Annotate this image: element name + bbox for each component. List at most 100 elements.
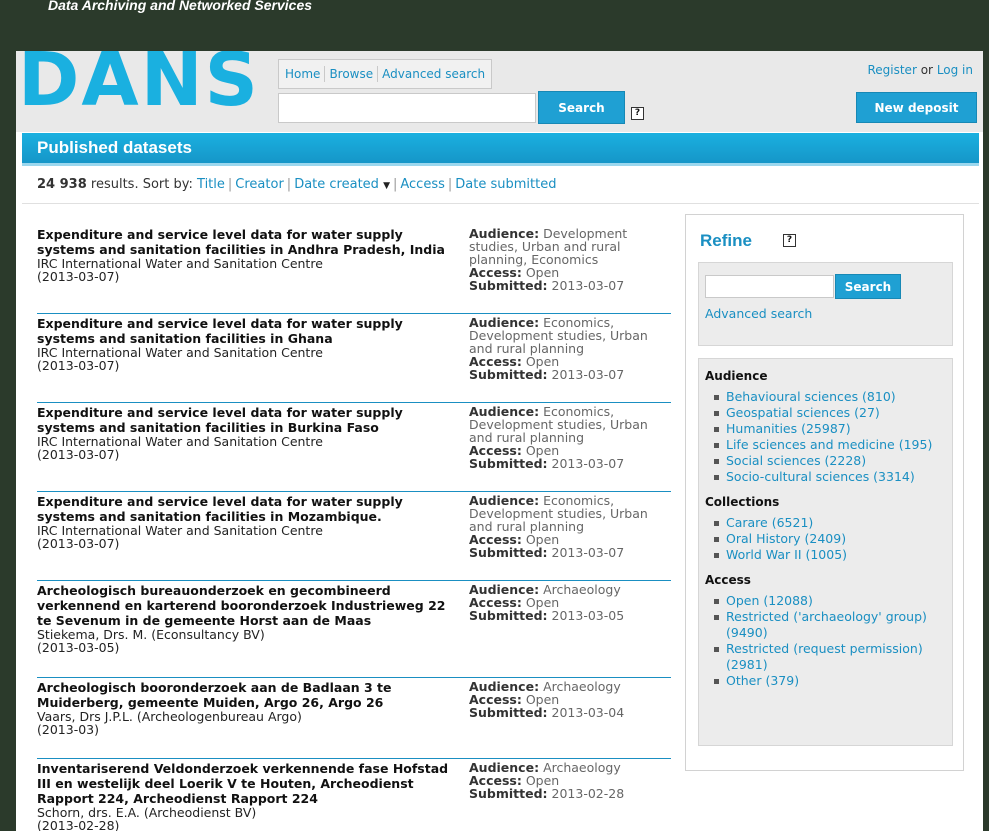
result-submitted: Submitted: 2013-03-07 (469, 279, 659, 292)
submitted-value: 2013-02-28 (551, 786, 625, 801)
dans-logo[interactable]: DANS (18, 51, 258, 113)
nav-home-link[interactable]: Home (281, 67, 324, 81)
main-search: Search ? (278, 91, 644, 124)
sort-access-link[interactable]: Access (400, 177, 445, 192)
login-link[interactable]: Log in (937, 63, 973, 77)
facet-heading: Access (705, 573, 751, 587)
bullet-icon (714, 599, 719, 604)
facet-link[interactable]: Behavioural sciences (810) (726, 389, 896, 405)
facet-link[interactable]: Other (379) (726, 673, 799, 689)
result-right: Audience: Archaeology Access: Open Submitt… (469, 761, 659, 800)
result-submitted: Submitted: 2013-03-04 (469, 706, 659, 719)
result-item: Expenditure and service level data for w… (37, 492, 671, 581)
submitted-label: Submitted: (469, 545, 548, 560)
result-date: (2013-03) (37, 722, 99, 737)
result-right: Audience: Archaeology Access: Open Submitt… (469, 583, 659, 622)
nav-advanced-search-link[interactable]: Advanced search (378, 67, 489, 81)
facet-link[interactable]: Open (12088) (726, 593, 813, 609)
facet-link[interactable]: Humanities (25987) (726, 421, 851, 437)
refine-help-icon[interactable]: ? (783, 234, 796, 247)
result-title[interactable]: Archeologisch booronderzoek aan de Badla… (37, 680, 457, 710)
facet-link[interactable]: Socio-cultural sciences (3314) (726, 469, 915, 485)
submitted-label: Submitted: (469, 367, 548, 382)
results-count: 24 938 (37, 177, 87, 192)
result-date: (2013-03-07) (37, 269, 120, 284)
submitted-value: 2013-03-05 (551, 608, 625, 623)
facet-heading: Audience (705, 369, 768, 383)
result-left: Archeologisch booronderzoek aan de Badla… (37, 678, 457, 736)
facet-item: Open (12088) (714, 593, 952, 609)
nav-browse-link[interactable]: Browse (325, 67, 377, 81)
facet-list: Carare (6521) Oral History (2409) World Wa… (699, 515, 952, 563)
facet-item: Geospatial sciences (27) (714, 405, 952, 421)
result-left: Inventariserend Veldonderzoek verkennend… (37, 759, 457, 831)
submitted-value: 2013-03-04 (551, 705, 625, 720)
page-title-bar: Published datasets (22, 133, 979, 166)
result-creator: Schorn, drs. E.A. (Archeodienst BV) (37, 805, 257, 820)
result-item: Archeologisch booronderzoek aan de Badla… (37, 678, 671, 759)
facet-link[interactable]: Restricted (request permission) (2981) (726, 641, 952, 673)
help-icon[interactable]: ? (631, 107, 644, 120)
page-header: DANS Home Browse Advanced search Search … (16, 51, 983, 132)
submitted-value: 2013-03-07 (551, 367, 625, 382)
refine-advanced-search-link[interactable]: Advanced search (705, 306, 812, 321)
result-submitted: Submitted: 2013-03-07 (469, 457, 659, 470)
facet-link[interactable]: Life sciences and medicine (195) (726, 437, 932, 453)
facet-link[interactable]: Social sciences (2228) (726, 453, 866, 469)
result-title[interactable]: Inventariserend Veldonderzoek verkennend… (37, 761, 457, 806)
result-title[interactable]: Expenditure and service level data for w… (37, 494, 457, 524)
results-sort-bar: 24 938 results. Sort by: Title | Creator | D… (37, 177, 557, 192)
submitted-value: 2013-03-07 (551, 278, 625, 293)
search-input[interactable] (278, 92, 536, 123)
refine-title: Refine (700, 231, 752, 250)
result-title[interactable]: Expenditure and service level data for w… (37, 405, 457, 435)
facet-link[interactable]: Restricted ('archaeology' group) (9490) (726, 609, 952, 641)
result-item: Archeologisch bureauonderzoek en gecombi… (37, 581, 671, 678)
submitted-label: Submitted: (469, 608, 548, 623)
bullet-icon (714, 537, 719, 542)
submitted-label: Submitted: (469, 786, 548, 801)
page-title: Published datasets (37, 138, 192, 157)
logo-text: DANS (18, 51, 258, 113)
result-title[interactable]: Archeologisch bureauonderzoek en gecombi… (37, 583, 457, 628)
result-right: Audience: Economics, Development studies… (469, 405, 659, 470)
result-date: (2013-03-07) (37, 536, 120, 551)
refine-search-input[interactable] (705, 275, 834, 298)
refine-search-button[interactable]: Search (835, 274, 901, 299)
facet-item: Restricted ('archaeology' group) (9490) (714, 609, 952, 641)
facet-link[interactable]: Carare (6521) (726, 515, 813, 531)
facet-link[interactable]: Geospatial sciences (27) (726, 405, 880, 421)
facet-item: Restricted (request permission) (2981) (714, 641, 952, 673)
refine-panel: Refine ? Search Advanced search Audience… (685, 214, 964, 771)
new-deposit-button[interactable]: New deposit (856, 92, 977, 123)
result-date: (2013-02-28) (37, 818, 120, 831)
submitted-label: Submitted: (469, 705, 548, 720)
facet-link[interactable]: Oral History (2409) (726, 531, 846, 547)
result-title[interactable]: Expenditure and service level data for w… (37, 316, 457, 346)
result-submitted: Submitted: 2013-02-28 (469, 787, 659, 800)
sort-date-created-link[interactable]: Date created (294, 177, 379, 192)
search-button[interactable]: Search (538, 91, 625, 124)
sort-title-link[interactable]: Title (197, 177, 225, 192)
sort-date-submitted-link[interactable]: Date submitted (455, 177, 556, 192)
result-audience: Audience: Economics, Development studies… (469, 316, 659, 355)
bullet-icon (714, 615, 719, 620)
submitted-value: 2013-03-07 (551, 545, 625, 560)
sort-creator-link[interactable]: Creator (235, 177, 284, 192)
bullet-icon (714, 443, 719, 448)
result-date: (2013-03-07) (37, 358, 120, 373)
facet-item: Social sciences (2228) (714, 453, 952, 469)
result-item: Expenditure and service level data for w… (37, 225, 671, 314)
register-link[interactable]: Register (867, 63, 916, 77)
result-title[interactable]: Expenditure and service level data for w… (37, 227, 457, 257)
bullet-icon (714, 679, 719, 684)
result-audience: Audience: Development studies, Urban and… (469, 227, 659, 266)
facet-link[interactable]: World War II (1005) (726, 547, 847, 563)
site-tagline: Data Archiving and Networked Services (48, 0, 313, 13)
result-right: Audience: Economics, Development studies… (469, 316, 659, 381)
facet-heading: Collections (705, 495, 780, 509)
bullet-icon (714, 553, 719, 558)
result-submitted: Submitted: 2013-03-05 (469, 609, 659, 622)
result-right: Audience: Development studies, Urban and… (469, 227, 659, 292)
result-left: Expenditure and service level data for w… (37, 225, 457, 283)
